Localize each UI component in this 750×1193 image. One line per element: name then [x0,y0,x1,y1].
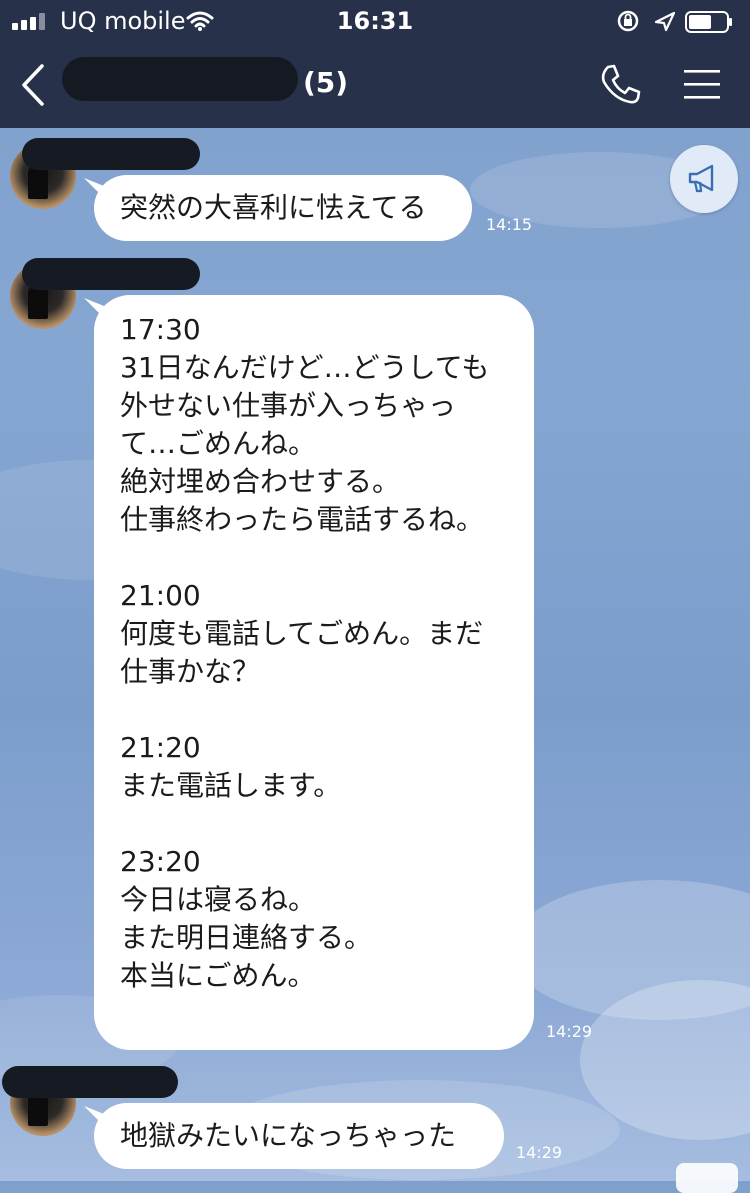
message-line: 仕事終わったら電話するね。 [120,503,485,536]
message-bubble[interactable]: 突然の大喜利に怯えてる [94,175,472,241]
member-count: (5) [303,66,349,99]
chat-name-redacted [62,57,298,101]
sender-name-redacted [22,258,200,290]
chevron-left-icon[interactable] [14,60,54,110]
message-line: 何度も電話してごめん。まだ [120,617,484,650]
sender-name-redacted [2,1066,178,1098]
status-bar: UQ mobile 16:31 [0,0,750,42]
message-bubble[interactable]: 地獄みたいになっちゃった [94,1103,504,1169]
message-line: 絶対埋め合わせする。 [120,465,401,498]
message-line: また電話します。 [120,769,342,802]
message-timestamp: 14:29 [546,1022,593,1041]
location-arrow-icon [654,11,676,32]
message-line: て…ごめんね。 [120,427,317,460]
status-right-icons [617,10,732,33]
message-line: 仕事かな？ [120,655,261,688]
rotation-lock-icon [617,10,639,32]
announcement-button[interactable] [670,145,738,213]
message-line: また明日連絡する。 [120,921,373,954]
message-line: 31日なんだけど…どうしても [120,351,490,384]
message-line: 21:00 [120,579,201,612]
scroll-to-bottom-button[interactable] [676,1163,738,1193]
message-bubble[interactable]: 17:30 31日なんだけど…どうしても 外せない仕事が入っちゃっ て…ごめんね… [94,295,534,1050]
message-line: 外せない仕事が入っちゃっ [120,389,457,422]
message-line: 本当にごめん。 [120,959,316,992]
message-line: 今日は寝るね。 [120,883,317,916]
message-timestamp: 14:29 [516,1143,563,1162]
sender-name-redacted [22,138,200,170]
hamburger-icon[interactable] [684,68,720,100]
phone-icon[interactable] [598,62,642,106]
message-timestamp: 14:15 [486,215,533,234]
message-line: 17:30 [120,313,201,346]
message-line [120,691,489,729]
battery-icon [685,11,732,33]
message-text: 地獄みたいになっちゃった [120,1119,457,1152]
message-line: 21:20 [120,731,201,764]
message-text: 突然の大喜利に怯えてる [120,191,427,224]
message-line [120,805,489,843]
megaphone-icon [688,164,714,193]
chat-header: (5) [0,42,750,128]
message-text-block: 17:30 31日なんだけど…どうしても 外せない仕事が入っちゃっ て…ごめんね… [120,311,489,995]
message-line [120,539,489,577]
message-line: 23:20 [120,845,201,878]
